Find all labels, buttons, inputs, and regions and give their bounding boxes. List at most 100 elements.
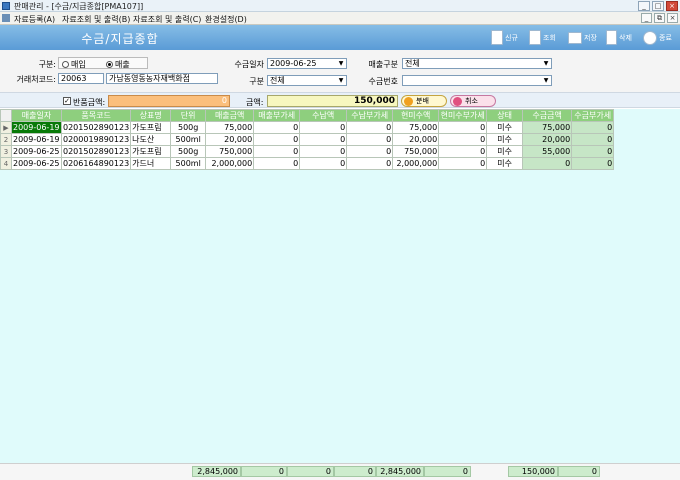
column-header[interactable]: 현미수부가세 [438, 109, 488, 122]
column-header[interactable]: 상표명 [130, 109, 172, 122]
cell-received-vat[interactable]: 0 [346, 133, 394, 146]
amount-input[interactable]: 150,000 [267, 95, 398, 107]
row-indicator[interactable]: 4 [0, 157, 12, 170]
cell-outstanding-vat[interactable]: 0 [438, 121, 488, 134]
cell-item-code[interactable]: 0200019890123 [60, 133, 132, 146]
cell-sales-date[interactable]: 2009-06-19 [11, 133, 62, 146]
minimize-button[interactable]: _ [638, 1, 650, 11]
cell-outstanding[interactable]: 750,000 [392, 145, 440, 158]
cell-status[interactable]: 미수 [486, 145, 524, 158]
cell-receipt-amount[interactable]: 75,000 [522, 121, 573, 134]
column-header[interactable]: 매출금액 [205, 109, 255, 122]
cell-received-vat[interactable]: 0 [346, 157, 394, 170]
cell-receipt-amount[interactable]: 20,000 [522, 133, 573, 146]
distribute-button[interactable]: 분배 [401, 95, 447, 107]
return-amount-input[interactable]: 0 [108, 95, 230, 107]
cell-item-code[interactable]: 0201502890123 [60, 145, 132, 158]
column-header[interactable]: 매출일자 [11, 109, 62, 122]
cell-receipt-vat[interactable]: 0 [571, 157, 615, 170]
cell-received-vat[interactable]: 0 [346, 121, 394, 134]
chevron-down-icon[interactable]: ▼ [542, 60, 550, 67]
chevron-down-icon[interactable]: ▼ [337, 60, 345, 67]
cell-unit[interactable]: 500ml [170, 133, 207, 146]
cell-received[interactable]: 0 [299, 145, 348, 158]
cell-receipt-amount[interactable]: 55,000 [522, 145, 573, 158]
column-header[interactable]: 수금부가세 [571, 109, 615, 122]
cell-sales-date[interactable]: 2009-06-25 [11, 145, 62, 158]
cell-sales-vat[interactable]: 0 [253, 133, 301, 146]
mdi-restore-button[interactable]: ⧉ [654, 13, 665, 23]
cell-received[interactable]: 0 [299, 121, 348, 134]
date-picker[interactable]: 2009-06-25 ▼ [267, 58, 347, 69]
column-header[interactable]: 품목코드 [60, 109, 132, 122]
return-checkbox[interactable]: ✓ [63, 97, 71, 105]
cell-outstanding[interactable]: 2,000,000 [392, 157, 440, 170]
cell-unit[interactable]: 500g [170, 121, 207, 134]
cell-sales-amount[interactable]: 75,000 [205, 121, 255, 134]
save-button[interactable]: 저장 [568, 29, 597, 46]
cell-sales-date[interactable]: 2009-06-25 [11, 157, 62, 170]
cell-receipt-vat[interactable]: 0 [571, 133, 615, 146]
client-name-input[interactable]: 가남동영동농자재백화점 [106, 73, 218, 84]
cell-sales-amount[interactable]: 20,000 [205, 133, 255, 146]
cell-receipt-vat[interactable]: 0 [571, 121, 615, 134]
table-row[interactable]: 3 2009-06-25 0201502890123 가도프림 500g 750… [0, 145, 615, 158]
cell-sales-vat[interactable]: 0 [253, 145, 301, 158]
cell-sales-vat[interactable]: 0 [253, 121, 301, 134]
cell-outstanding-vat[interactable]: 0 [438, 157, 488, 170]
cell-outstanding-vat[interactable]: 0 [438, 145, 488, 158]
cell-sales-vat[interactable]: 0 [253, 157, 301, 170]
cell-outstanding[interactable]: 20,000 [392, 133, 440, 146]
cell-receipt-vat[interactable]: 0 [571, 145, 615, 158]
mdi-close-button[interactable]: × [667, 13, 678, 23]
client-code-input[interactable]: 20063 [58, 73, 104, 84]
cell-outstanding[interactable]: 75,000 [392, 121, 440, 134]
chevron-down-icon[interactable]: ▼ [337, 77, 345, 84]
maximize-button[interactable]: □ [652, 1, 664, 11]
cell-item-code[interactable]: 0201502890123 [60, 121, 132, 134]
cell-brand[interactable]: 가도프림 [130, 145, 172, 158]
menu-item-data-entry[interactable]: 자료등록(A) [14, 14, 55, 25]
cell-received[interactable]: 0 [299, 133, 348, 146]
cell-brand[interactable]: 가드너 [130, 157, 172, 170]
chevron-down-icon[interactable]: ▼ [542, 77, 550, 84]
menu-item-query-output-b[interactable]: 자료조회 및 출력(B) [62, 14, 130, 25]
delete-button[interactable]: 삭제 [606, 29, 632, 46]
column-header[interactable]: 단위 [170, 109, 207, 122]
table-row[interactable]: ▶ 2009-06-19 0201502890123 가도프림 500g 75,… [0, 121, 615, 134]
row-indicator[interactable]: 3 [0, 145, 12, 158]
column-header[interactable]: 수납액 [299, 109, 348, 122]
column-header[interactable]: 매출부가세 [253, 109, 301, 122]
cell-item-code[interactable]: 0206164890123 [60, 157, 132, 170]
menu-item-query-output-c[interactable]: 자료조회 및 출력(C) [133, 14, 201, 25]
exit-button[interactable]: 종료 [643, 29, 672, 46]
column-header[interactable]: 수금금액 [522, 109, 573, 122]
category-select[interactable]: 전체 ▼ [267, 75, 347, 86]
column-header[interactable]: 현미수액 [392, 109, 440, 122]
cell-unit[interactable]: 500g [170, 145, 207, 158]
cancel-button[interactable]: 취소 [450, 95, 496, 107]
cell-receipt-amount[interactable]: 0 [522, 157, 573, 170]
new-button[interactable]: 신규 [491, 29, 518, 46]
cell-brand[interactable]: 가도프림 [130, 121, 172, 134]
cell-outstanding-vat[interactable]: 0 [438, 133, 488, 146]
cell-status[interactable]: 미수 [486, 133, 524, 146]
table-row[interactable]: 2 2009-06-19 0200019890123 나도산 500ml 20,… [0, 133, 615, 146]
mdi-minimize-button[interactable]: _ [641, 13, 652, 23]
cell-sales-date[interactable]: 2009-06-19 [11, 121, 62, 134]
row-indicator[interactable]: 2 [0, 133, 12, 146]
search-button[interactable]: 조회 [529, 29, 556, 46]
table-row[interactable]: 4 2009-06-25 0206164890123 가드너 500ml 2,0… [0, 157, 615, 170]
cell-status[interactable]: 미수 [486, 157, 524, 170]
type-radio-purchase[interactable]: 매입 [62, 59, 86, 70]
type-radio-sales[interactable]: 매출 [106, 59, 130, 70]
cell-unit[interactable]: 500ml [170, 157, 207, 170]
cell-status[interactable]: 미수 [486, 121, 524, 134]
cell-received[interactable]: 0 [299, 157, 348, 170]
cell-brand[interactable]: 나도산 [130, 133, 172, 146]
column-header[interactable]: 상태 [486, 109, 524, 122]
cell-sales-amount[interactable]: 750,000 [205, 145, 255, 158]
cell-sales-amount[interactable]: 2,000,000 [205, 157, 255, 170]
menu-item-settings[interactable]: 환경설정(D) [205, 14, 247, 25]
row-indicator[interactable]: ▶ [0, 121, 12, 134]
